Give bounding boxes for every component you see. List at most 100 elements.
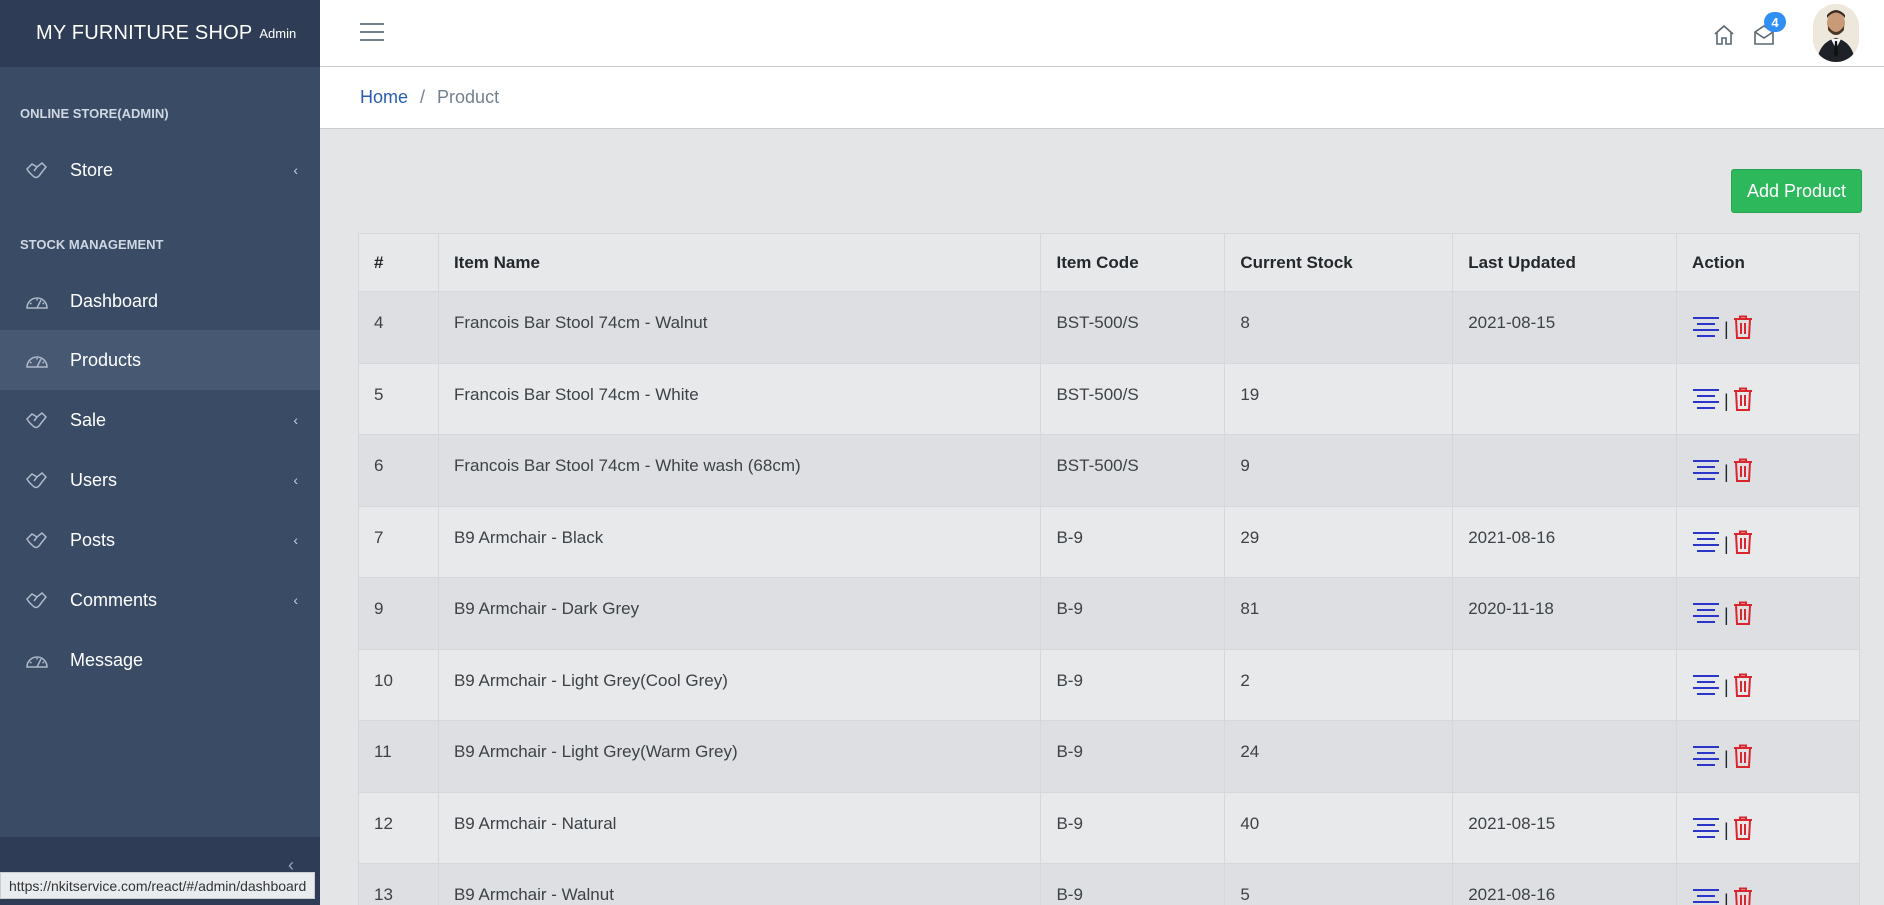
cell-item-code: BST-500/S [1040,362,1226,435]
add-product-button[interactable]: Add Product [1731,169,1862,213]
cell-action: | [1676,291,1860,364]
cell-id: 12 [358,791,439,864]
col-header-action: Action [1676,233,1860,292]
delete-icon[interactable] [1733,744,1753,773]
cell-id: 4 [358,291,439,364]
action-separator: | [1724,891,1729,905]
cell-id: 5 [358,362,439,435]
hand-icon [22,469,52,491]
mail-badge: 4 [1764,12,1786,32]
sidebar-item-users[interactable]: Users ‹ [0,450,320,510]
sidebar-item-products[interactable]: Products [0,330,320,390]
edit-icon[interactable] [1692,745,1720,772]
sidebar-item-dashboard[interactable]: Dashboard [0,271,320,331]
sidebar-item-label: Users [70,469,118,490]
nav-section-online-store: ONLINE STORE(ADMIN) [20,106,169,121]
cell-current-stock: 2 [1224,648,1454,721]
sidebar-item-label: Sale [70,409,107,430]
cell-last-updated: 2021-08-16 [1452,863,1678,905]
table-row: 12 B9 Armchair - Natural B-9 40 2021-08-15 | [358,791,1860,864]
cell-item-name: B9 Armchair - Walnut [437,863,1042,905]
brand-title: MY FURNITURE SHOP [36,22,253,44]
edit-icon[interactable] [1692,674,1720,701]
action-separator: | [1724,319,1729,339]
brand[interactable]: MY FURNITURE SHOP Admin [0,0,320,67]
cell-item-code: BST-500/S [1040,291,1226,364]
col-header-id[interactable]: # [358,233,439,292]
table-row: 4 Francois Bar Stool 74cm - Walnut BST-500… [358,291,1860,364]
delete-icon[interactable] [1733,387,1753,416]
table-row: 6 Francois Bar Stool 74cm - White wash (6… [358,434,1860,507]
col-header-last-updated[interactable]: Last Updated [1452,233,1678,292]
edit-icon[interactable] [1692,531,1720,558]
cell-id: 13 [358,863,439,905]
edit-icon[interactable] [1692,316,1720,343]
chevron-left-icon: ‹ [293,532,298,548]
sidebar-item-label: Dashboard [70,290,159,311]
chevron-left-icon: ‹ [293,472,298,488]
chevron-left-icon: ‹ [293,162,298,178]
delete-icon[interactable] [1733,601,1753,630]
sidebar-item-sale[interactable]: Sale ‹ [0,390,320,450]
cell-item-code: BST-500/S [1040,434,1226,507]
table-row: 5 Francois Bar Stool 74cm - White BST-500/… [358,362,1860,435]
delete-icon[interactable] [1733,530,1753,559]
cell-item-name: Francois Bar Stool 74cm - White wash (68… [437,434,1042,507]
delete-icon[interactable] [1733,458,1753,487]
table-row: 10 B9 Armchair - Light Grey(Cool Grey) B-9… [358,648,1860,721]
cell-item-name: B9 Armchair - Black [437,505,1042,578]
breadcrumb-home-link[interactable]: Home [360,87,408,108]
hand-icon [22,159,52,181]
brand-subtitle: Admin [259,26,297,41]
delete-icon[interactable] [1733,887,1753,905]
edit-icon[interactable] [1692,817,1720,844]
edit-icon[interactable] [1692,388,1720,415]
table-row: 7 B9 Armchair - Black B-9 29 2021-08-16 | [358,505,1860,578]
cell-action: | [1676,505,1860,578]
home-icon[interactable] [1712,23,1736,47]
chevron-left-icon: ‹ [293,412,298,428]
edit-icon[interactable] [1692,888,1720,905]
menu-toggle-icon[interactable] [360,23,384,43]
cell-action: | [1676,362,1860,435]
sidebar-item-message[interactable]: Message [0,630,320,690]
col-header-item-name[interactable]: Item Name [437,233,1042,292]
cell-item-code: B-9 [1040,505,1226,578]
cell-last-updated [1452,720,1678,793]
delete-icon[interactable] [1733,816,1753,845]
cell-item-name: B9 Armchair - Light Grey(Cool Grey) [437,648,1042,721]
edit-icon[interactable] [1692,602,1720,629]
cell-action: | [1676,434,1860,507]
sidebar-item-posts[interactable]: Posts ‹ [0,510,320,570]
action-separator: | [1724,533,1729,554]
cell-id: 11 [358,720,439,793]
hand-icon [22,529,52,551]
cell-current-stock: 5 [1224,863,1454,905]
avatar[interactable] [1813,4,1859,62]
speedometer-icon [22,650,52,670]
cell-item-code: B-9 [1040,791,1226,864]
breadcrumb-current: Product [437,87,500,107]
delete-icon[interactable] [1733,673,1753,702]
col-header-current-stock[interactable]: Current Stock [1224,233,1454,292]
sidebar-item-label: Message [70,649,144,670]
status-url-bar: https://nkitservice.com/react/#/admin/da… [0,872,316,899]
cell-id: 6 [358,434,439,507]
hand-icon [22,409,52,431]
action-separator: | [1724,748,1729,768]
cell-last-updated [1452,648,1678,721]
sidebar-item-store[interactable]: Store ‹ [0,140,320,200]
edit-icon[interactable] [1692,459,1720,486]
sidebar-item-label: Store [70,159,114,180]
breadcrumb-separator: / [420,87,426,107]
cell-last-updated: 2020-11-18 [1452,577,1678,650]
sidebar-item-comments[interactable]: Comments ‹ [0,570,320,630]
sidebar: MY FURNITURE SHOP Admin ONLINE STORE(ADM… [0,0,320,905]
table-header-row: # Item Name Item Code Current Stock Last… [358,233,1860,292]
cell-last-updated [1452,434,1678,507]
delete-icon[interactable] [1733,315,1753,344]
cell-current-stock: 40 [1224,791,1454,864]
cell-last-updated [1452,362,1678,435]
col-header-item-code[interactable]: Item Code [1040,233,1226,292]
cell-current-stock: 19 [1224,362,1454,435]
